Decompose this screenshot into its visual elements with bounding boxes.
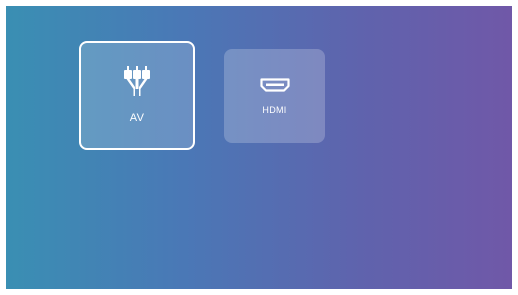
source-tile-av[interactable]: AV <box>79 41 195 150</box>
source-label-av: AV <box>129 112 145 124</box>
source-tile-hdmi[interactable]: HDMI <box>224 49 325 143</box>
hdmi-port-icon <box>259 78 290 92</box>
input-source-screen: AV HDMI <box>6 6 512 289</box>
av-plug-icon <box>124 66 150 96</box>
source-label-hdmi: HDMI <box>262 105 287 115</box>
